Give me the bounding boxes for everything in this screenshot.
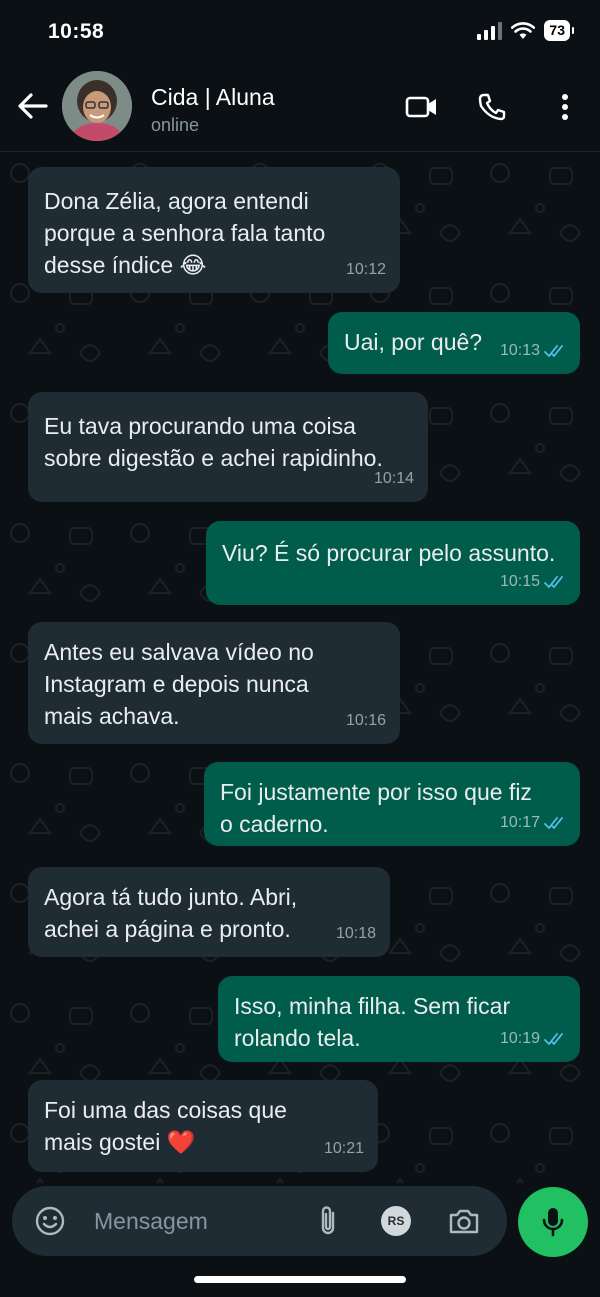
message-incoming[interactable]: Foi uma das coisas que mais gostei ❤️ 10… (28, 1080, 378, 1172)
emoji-button[interactable] (32, 1203, 68, 1239)
message-time: 10:12 (345, 261, 386, 278)
contact-name[interactable]: Cida | Aluna (151, 84, 275, 111)
status-time: 10:58 (48, 20, 105, 43)
video-call-button[interactable] (404, 88, 440, 126)
message-text: Viu? É só procurar pelo assunto. (222, 540, 556, 566)
message-text: Dona Zélia, agora entendi porque a senho… (44, 188, 326, 278)
message-time: 10:17 (499, 814, 540, 831)
message-text: Antes eu salvava vídeo no Instagram e de… (44, 639, 314, 729)
chat-area[interactable]: Dona Zélia, agora entendi porque a senho… (0, 153, 600, 1183)
message-outgoing[interactable]: Uai, por quê? 10:13 (328, 312, 580, 374)
chat-header: Cida | Aluna online (0, 62, 600, 152)
message-meta: 10:16 (346, 705, 386, 737)
message-meta: 10:15 (500, 566, 566, 598)
message-text: Isso, minha filha. Sem ficar rolando tel… (234, 993, 511, 1051)
message-time: 10:14 (373, 470, 414, 487)
voice-call-button[interactable] (476, 88, 508, 126)
back-arrow-icon (18, 93, 48, 119)
phone-icon (478, 93, 506, 121)
wifi-icon (511, 21, 536, 39)
message-incoming[interactable]: Dona Zélia, agora entendi porque a senho… (28, 167, 400, 293)
message-meta: 10:13 (500, 335, 566, 367)
message-time: 10:13 (499, 342, 540, 359)
message-outgoing[interactable]: Foi justamente por isso que fiz o cadern… (204, 762, 580, 846)
message-text: Foi justamente por isso que fiz o cadern… (220, 779, 532, 837)
message-input[interactable] (94, 1202, 294, 1240)
message-text: Eu tava procurando uma coisa sobre diges… (44, 413, 383, 471)
message-meta: 10:17 (500, 807, 566, 839)
status-icons: 73 (476, 20, 574, 41)
sticker-button[interactable]: RS (378, 1203, 414, 1239)
camera-button[interactable] (446, 1203, 482, 1239)
message-meta: 10:21 (324, 1133, 364, 1165)
video-call-icon (405, 96, 436, 118)
message-time: 10:16 (345, 712, 386, 729)
status-bar: 10:58 73 (0, 0, 600, 62)
double-check-icon (544, 1033, 563, 1045)
battery-indicator: 73 (544, 20, 574, 41)
message-text: Agora tá tudo junto. Abri, achei a págin… (44, 884, 298, 942)
home-indicator[interactable] (194, 1276, 406, 1283)
message-outgoing[interactable]: Isso, minha filha. Sem ficar rolando tel… (218, 976, 580, 1062)
message-meta: 10:19 (500, 1023, 566, 1055)
message-incoming[interactable]: Antes eu salvava vídeo no Instagram e de… (28, 622, 400, 744)
attach-icon (321, 1206, 335, 1235)
back-button[interactable] (14, 86, 50, 126)
message-composer: RS (12, 1186, 507, 1256)
message-meta: 10:18 (336, 918, 376, 950)
message-incoming[interactable]: Eu tava procurando uma coisa sobre diges… (28, 392, 428, 502)
emoji-icon (35, 1206, 65, 1236)
message-time: 10:21 (323, 1140, 364, 1157)
signal-icon (477, 21, 503, 40)
rs-badge: RS (381, 1206, 411, 1236)
double-check-icon (544, 817, 563, 829)
message-time: 10:18 (335, 925, 376, 942)
double-check-icon (544, 576, 563, 588)
message-time: 10:15 (499, 573, 540, 590)
contact-avatar[interactable] (62, 71, 132, 141)
message-time: 10:19 (499, 1030, 540, 1047)
double-check-icon (544, 345, 563, 357)
message-incoming[interactable]: Agora tá tudo junto. Abri, achei a págin… (28, 867, 390, 957)
more-options-button[interactable] (554, 88, 576, 126)
message-text: Foi uma das coisas que mais gostei ❤️ (44, 1097, 287, 1155)
more-options-icon (562, 94, 568, 120)
voice-message-button[interactable] (518, 1187, 588, 1257)
message-meta: 10:12 (346, 254, 386, 286)
attach-button[interactable] (310, 1203, 346, 1239)
mic-icon (542, 1208, 564, 1237)
contact-status: online (151, 115, 200, 135)
camera-icon (449, 1209, 479, 1234)
message-outgoing[interactable]: Viu? É só procurar pelo assunto. 10:15 (206, 521, 580, 605)
message-meta: 10:14 (374, 463, 414, 495)
